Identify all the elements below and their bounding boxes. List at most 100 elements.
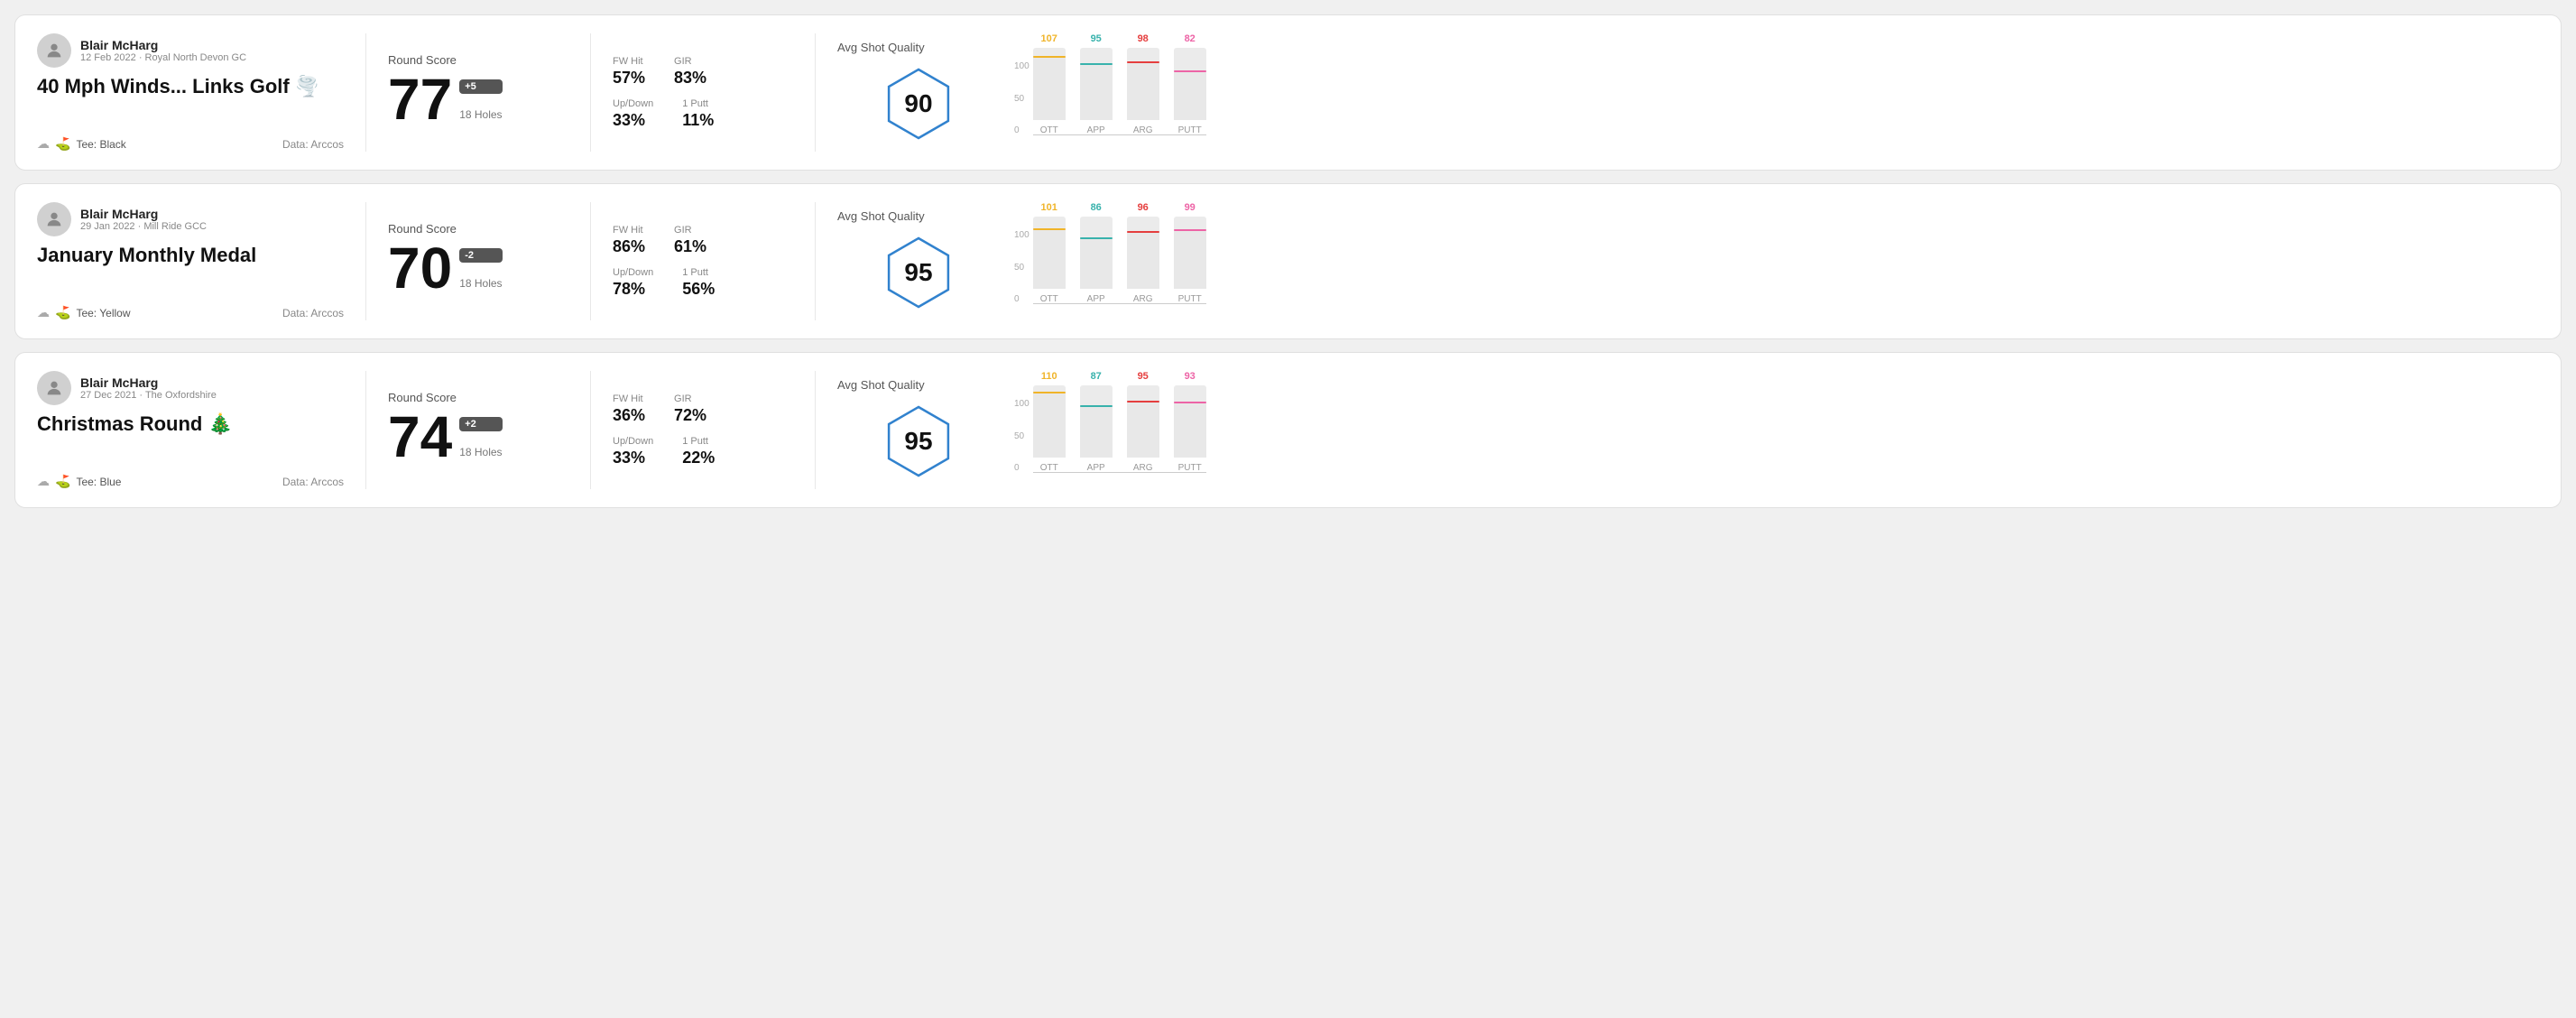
tee-label: Tee: Yellow: [76, 307, 130, 319]
stat-fw-hit-value: 36%: [613, 406, 645, 425]
bar-fill: [1080, 237, 1113, 289]
card-quality: Avg Shot Quality 95: [837, 371, 1000, 489]
stat-gir-label: GIR: [674, 56, 706, 67]
score-holes: 18 Holes: [459, 277, 502, 290]
stats-row-bottom: Up/Down 33% 1 Putt 22%: [613, 436, 793, 467]
stats-row-bottom: Up/Down 33% 1 Putt 11%: [613, 98, 793, 130]
chart-bars-container: 107 OTT 95 APP 98 ARG 82: [1033, 33, 1206, 152]
stat-fw-hit: FW Hit 36%: [613, 393, 645, 425]
card-footer: ☁ ⛳ Tee: Black Data: Arccos: [37, 136, 344, 152]
hexagon-container: 90: [878, 63, 959, 144]
stat-updown-value: 78%: [613, 280, 653, 299]
score-modifier: +5: [459, 79, 502, 94]
score-row: 70 -2 18 Holes: [388, 239, 568, 297]
user-row: Blair McHarg 29 Jan 2022 · Mill Ride GCC: [37, 202, 344, 236]
card-footer: ☁ ⛳ Tee: Blue Data: Arccos: [37, 474, 344, 489]
user-icon: [44, 41, 64, 60]
weather-icon: ☁: [37, 474, 50, 489]
stat-oneputt-value: 56%: [682, 280, 715, 299]
bar-group-ott: 101 OTT: [1033, 202, 1066, 304]
bar-line: [1033, 56, 1066, 59]
chart-baseline: [1033, 134, 1206, 135]
bar-fill: [1127, 231, 1159, 289]
bar-line: [1080, 405, 1113, 408]
score-label: Round Score: [388, 391, 568, 404]
score-label: Round Score: [388, 53, 568, 67]
stat-gir: GIR 72%: [674, 393, 706, 425]
hexagon-container: 95: [878, 401, 959, 482]
bar-line: [1080, 237, 1113, 240]
score-number: 77: [388, 70, 452, 128]
stat-updown-value: 33%: [613, 111, 653, 130]
stat-updown: Up/Down 33%: [613, 436, 653, 467]
card-score: Round Score 70 -2 18 Holes: [388, 202, 568, 320]
score-modifier: -2: [459, 248, 502, 263]
stat-gir: GIR 83%: [674, 56, 706, 88]
round-title: 40 Mph Winds... Links Golf 🌪️: [37, 75, 344, 98]
bar-wrapper: [1127, 385, 1159, 458]
card-stats: FW Hit 57% GIR 83% Up/Down 33% 1 Putt: [613, 33, 793, 152]
card-chart: 100 50 0 107 OTT 95 APP: [1000, 33, 2539, 152]
card-chart: 100 50 0 110 OTT 87 APP: [1000, 371, 2539, 489]
score-number: 70: [388, 239, 452, 297]
user-icon: [44, 378, 64, 398]
stat-oneputt-value: 22%: [682, 449, 715, 467]
user-meta: 29 Jan 2022 · Mill Ride GCC: [80, 221, 207, 232]
bar-group-app: 95 APP: [1080, 33, 1113, 135]
bar-fill: [1033, 56, 1066, 120]
bar-group-ott: 110 OTT: [1033, 371, 1066, 473]
bar-line: [1127, 401, 1159, 403]
stat-fw-hit-label: FW Hit: [613, 225, 645, 236]
divider: [815, 371, 816, 489]
score-holes: 18 Holes: [459, 108, 502, 121]
stat-updown-label: Up/Down: [613, 436, 653, 447]
bar-wrapper: [1174, 385, 1206, 458]
bar-line: [1080, 63, 1113, 66]
bar-line: [1127, 61, 1159, 64]
stat-gir-label: GIR: [674, 225, 706, 236]
card-quality: Avg Shot Quality 95: [837, 202, 1000, 320]
card-chart: 100 50 0 101 OTT 86 APP: [1000, 202, 2539, 320]
y-label-100: 100: [1014, 61, 1029, 71]
card-quality: Avg Shot Quality 90: [837, 33, 1000, 152]
stat-updown-label: Up/Down: [613, 267, 653, 278]
chart-baseline: [1033, 472, 1206, 473]
y-label-100: 100: [1014, 230, 1029, 240]
card-score: Round Score 77 +5 18 Holes: [388, 33, 568, 152]
y-label-50: 50: [1014, 263, 1029, 273]
data-source: Data: Arccos: [282, 476, 344, 488]
round-title: Christmas Round 🎄: [37, 412, 344, 436]
user-info: Blair McHarg 27 Dec 2021 · The Oxfordshi…: [80, 375, 217, 401]
score-row: 74 +2 18 Holes: [388, 408, 568, 466]
bar-value: 98: [1138, 33, 1149, 44]
y-label-0: 0: [1014, 463, 1029, 473]
hex-score: 95: [904, 427, 932, 456]
user-row: Blair McHarg 12 Feb 2022 · Royal North D…: [37, 33, 344, 68]
bar-wrapper: [1033, 385, 1066, 458]
user-info: Blair McHarg 29 Jan 2022 · Mill Ride GCC: [80, 207, 207, 232]
chart-y-labels: 100 50 0: [1014, 61, 1029, 152]
score-holes: 18 Holes: [459, 446, 502, 458]
stat-gir: GIR 61%: [674, 225, 706, 256]
tee-marker-icon: ⛳: [55, 305, 70, 320]
stat-gir-value: 83%: [674, 69, 706, 88]
score-modifier: +2: [459, 417, 502, 431]
bar-value: 86: [1091, 202, 1102, 213]
bar-group-arg: 95 ARG: [1127, 371, 1159, 473]
stats-row-top: FW Hit 36% GIR 72%: [613, 393, 793, 425]
chart-bars-container: 101 OTT 86 APP 96 ARG 99: [1033, 202, 1206, 320]
tee-marker-icon: ⛳: [55, 474, 70, 489]
divider: [590, 33, 591, 152]
bar-value: 95: [1091, 33, 1102, 44]
stat-gir-label: GIR: [674, 393, 706, 404]
quality-label: Avg Shot Quality: [837, 378, 925, 392]
bar-line: [1033, 392, 1066, 394]
bar-value: 93: [1185, 371, 1196, 382]
stat-oneputt: 1 Putt 56%: [682, 267, 715, 299]
stat-updown-value: 33%: [613, 449, 653, 467]
bar-wrapper: [1127, 217, 1159, 289]
divider: [815, 33, 816, 152]
stat-gir-value: 61%: [674, 237, 706, 256]
score-label: Round Score: [388, 222, 568, 236]
user-name: Blair McHarg: [80, 38, 246, 52]
